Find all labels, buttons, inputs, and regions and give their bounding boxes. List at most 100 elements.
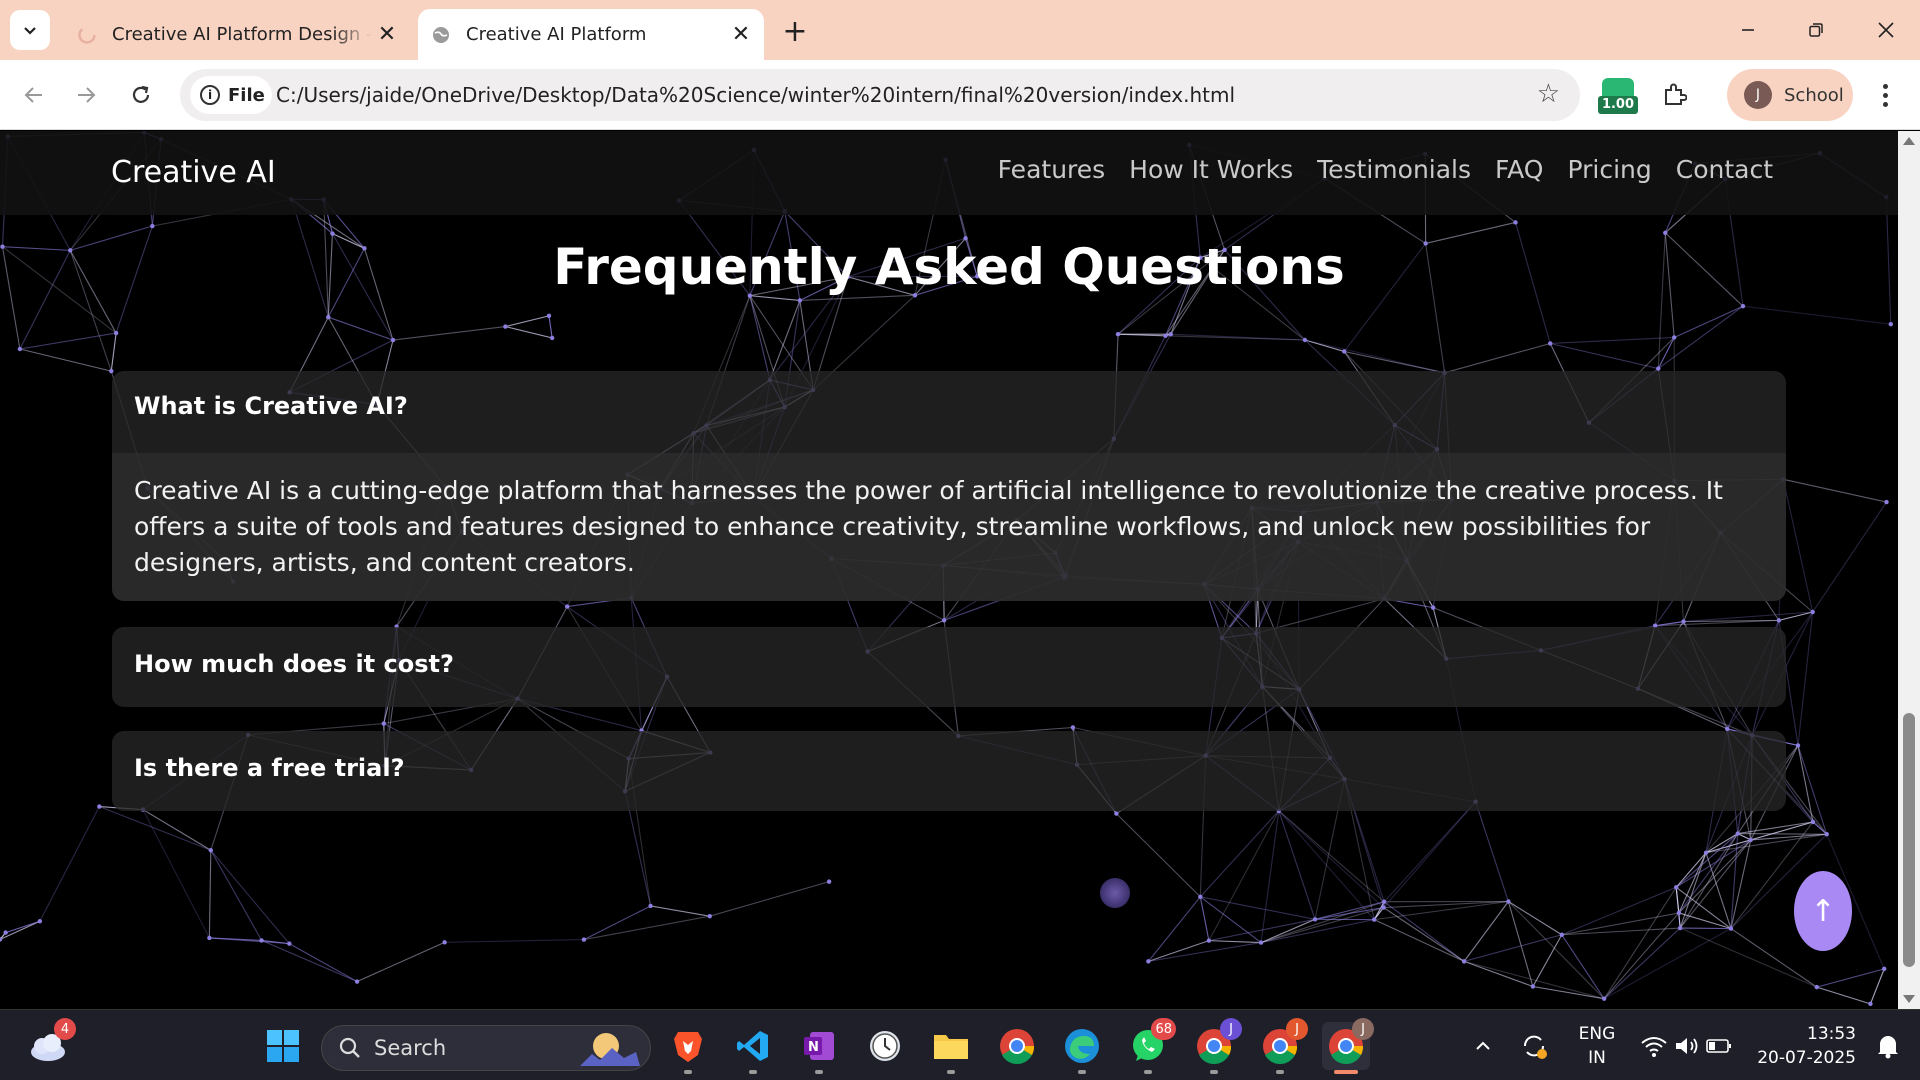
chrome-profile-button-2[interactable]: J (1256, 1018, 1308, 1074)
network-link (1816, 986, 1871, 1005)
faq-question[interactable]: Is there a free trial? (134, 754, 405, 782)
network-node (37, 919, 43, 924)
network-node (1703, 850, 1709, 855)
network-link (210, 849, 263, 941)
nav-link-how-it-works[interactable]: How It Works (1129, 155, 1293, 184)
globe-icon (430, 24, 452, 46)
scroll-down-arrow-icon[interactable] (1903, 995, 1915, 1003)
new-tab-button[interactable]: + (778, 14, 812, 49)
browser-menu-button[interactable] (1870, 79, 1900, 111)
network-node (1548, 341, 1553, 346)
close-window-button[interactable] (1858, 8, 1914, 52)
network-volume-battery-button[interactable] (1636, 1022, 1736, 1070)
network-node (390, 337, 396, 343)
network-link (1678, 912, 1732, 930)
file-explorer-button[interactable] (927, 1022, 975, 1074)
nav-link-faq[interactable]: FAQ (1495, 155, 1543, 184)
faq-item-free-trial[interactable]: Is there a free trial? (112, 731, 1786, 811)
chrome-icon (1000, 1029, 1035, 1064)
network-node (1888, 321, 1893, 327)
scroll-up-arrow-icon[interactable] (1903, 137, 1915, 145)
faq-question[interactable]: What is Creative AI? (134, 392, 408, 420)
faq-question[interactable]: How much does it cost? (134, 650, 454, 678)
onenote-button[interactable]: N (795, 1022, 843, 1074)
network-link (749, 295, 771, 381)
network-node (581, 937, 587, 942)
wifi-icon (1641, 1037, 1667, 1057)
extension-badge: 1.00 (1598, 96, 1638, 114)
close-icon[interactable]: ✕ (726, 20, 756, 50)
restore-button[interactable] (1788, 8, 1844, 52)
network-node (150, 223, 155, 229)
network-node (1206, 938, 1212, 943)
start-button[interactable] (259, 1022, 307, 1070)
brave-browser-button[interactable] (664, 1022, 712, 1074)
extensions-button[interactable] (1656, 77, 1692, 113)
windows-logo-icon (267, 1030, 299, 1062)
address-bar[interactable]: i File C:/Users/jaide/OneDrive/Desktop/D… (180, 69, 1580, 121)
network-link (142, 809, 210, 939)
bookmark-star-icon[interactable]: ☆ (1537, 81, 1560, 107)
site-nav: Features How It Works Testimonials FAQ P… (998, 155, 1773, 184)
avatar: J (1744, 81, 1772, 109)
forward-button[interactable] (68, 77, 104, 113)
scrollbar-thumb[interactable] (1903, 713, 1915, 967)
network-node (941, 618, 947, 623)
network-node (1810, 819, 1816, 825)
network-node (1735, 831, 1740, 836)
whatsapp-badge: 68 (1151, 1018, 1176, 1040)
page-scrollbar[interactable] (1898, 131, 1920, 1009)
chrome-button[interactable] (993, 1022, 1041, 1070)
nav-link-testimonials[interactable]: Testimonials (1317, 155, 1471, 184)
faq-item-cost[interactable]: How much does it cost? (112, 627, 1786, 707)
network-link (1675, 833, 1739, 888)
network-link (1463, 901, 1509, 962)
network-link (1147, 896, 1201, 962)
network-link (749, 295, 800, 301)
network-link (1603, 912, 1680, 1000)
weather-badge: 4 (54, 1018, 76, 1040)
vscode-icon (737, 1031, 768, 1061)
show-hidden-icons-button[interactable] (1468, 1022, 1498, 1070)
tab-creative-ai-design[interactable]: Creative AI Platform Design - G ✕ (64, 9, 410, 60)
network-node (1663, 230, 1668, 235)
nav-link-pricing[interactable]: Pricing (1567, 155, 1651, 184)
reload-button[interactable] (123, 77, 159, 113)
site-brand[interactable]: Creative AI (111, 155, 276, 190)
network-link (505, 315, 550, 328)
edge-button[interactable] (1058, 1022, 1106, 1074)
network-node (1740, 303, 1746, 309)
nav-link-features[interactable]: Features (998, 155, 1106, 184)
clock-app-button[interactable] (861, 1022, 909, 1070)
url-text[interactable]: C:/Users/jaide/OneDrive/Desktop/Data%20S… (276, 83, 1235, 107)
profile-button[interactable]: J School (1727, 69, 1853, 121)
minimize-button[interactable] (1720, 8, 1776, 52)
clock-date[interactable]: 13:53 20-07-2025 (1756, 1022, 1856, 1070)
site-info-chip[interactable]: i File (190, 76, 272, 114)
reload-icon (132, 85, 150, 103)
vscode-button[interactable] (729, 1022, 777, 1074)
back-button[interactable] (16, 77, 52, 113)
scroll-to-top-button[interactable]: ↑ (1794, 871, 1852, 951)
extension-button[interactable]: 1.00 (1598, 78, 1638, 114)
tab-title: Creative AI Platform (466, 24, 647, 45)
chrome-profile-button-1[interactable]: J (1190, 1018, 1242, 1074)
sync-tray-button[interactable] (1516, 1022, 1552, 1070)
network-node (1868, 1001, 1873, 1007)
network-link (1532, 934, 1563, 987)
network-link (39, 806, 100, 922)
nav-link-contact[interactable]: Contact (1676, 155, 1773, 184)
notifications-button[interactable] (1868, 1022, 1908, 1070)
network-node (287, 941, 292, 946)
site-header: Creative AI Features How It Works Testim… (0, 131, 1898, 215)
tab-search-button[interactable] (10, 10, 50, 50)
whatsapp-button[interactable]: 68 (1124, 1018, 1176, 1074)
network-link (1116, 813, 1201, 898)
language-indicator[interactable]: ENG IN (1570, 1022, 1624, 1070)
close-icon[interactable]: ✕ (372, 20, 402, 50)
chrome-profile-button-3[interactable]: J (1322, 1018, 1374, 1074)
extension-icon (1602, 78, 1634, 96)
weather-widget[interactable]: 4 (24, 1018, 76, 1070)
taskbar-search[interactable]: Search (321, 1025, 651, 1071)
tab-creative-ai-platform[interactable]: Creative AI Platform ✕ (418, 9, 764, 60)
